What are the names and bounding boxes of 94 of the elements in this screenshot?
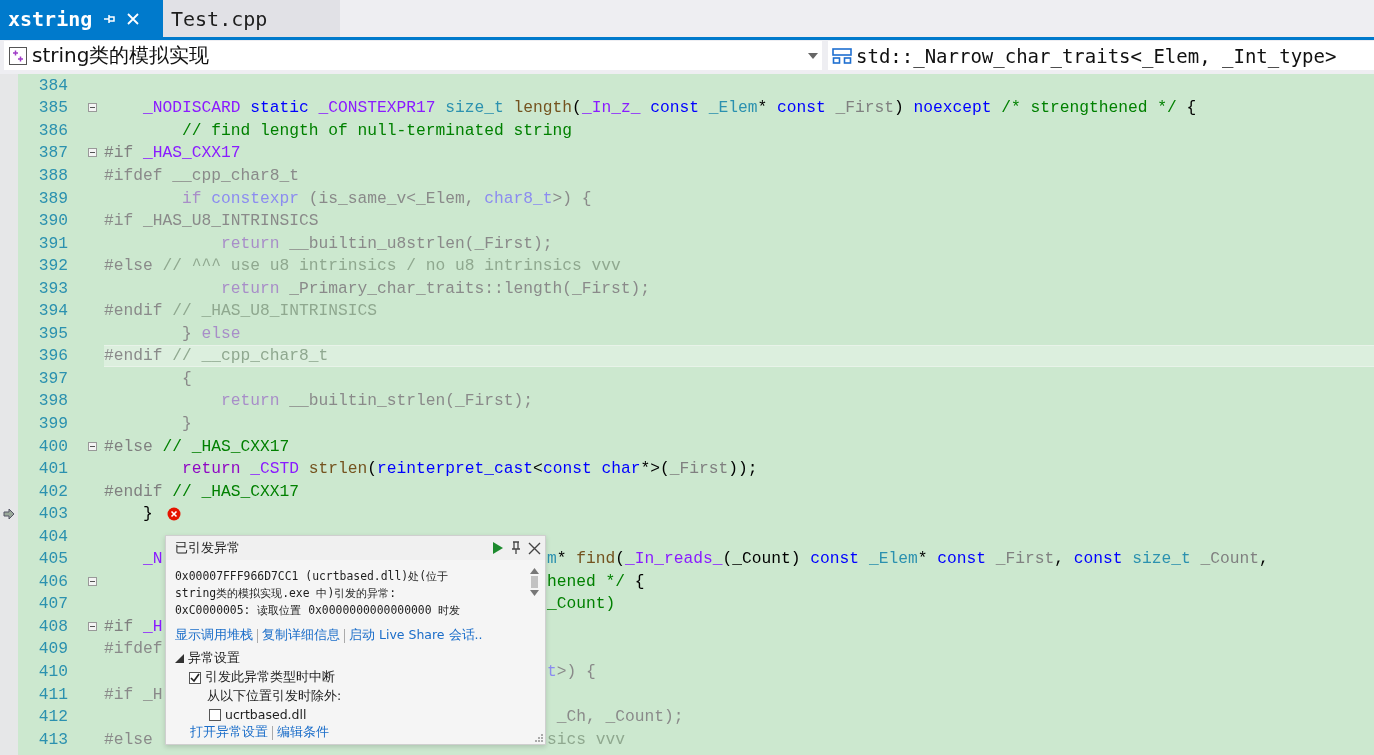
checkbox-label: 引发此异常类型时中断 bbox=[205, 669, 335, 686]
exception-message: 0x00007FFF966D7CC1 (ucrtbased.dll)处(位于 string类的模拟实现.exe 中)引发的异常: 0xC0000005: 读取位置 0x0000000000000000 时发 bbox=[175, 568, 462, 619]
code-line: return _CSTD strlen(reinterpret_cast<const char*>(_First)); bbox=[181, 459, 758, 479]
code-fragment: sics vvv bbox=[547, 729, 625, 749]
code-line: { bbox=[181, 368, 192, 388]
line-number: 387 bbox=[37, 143, 68, 163]
code-line: #endif // __cpp_char8_t bbox=[104, 346, 329, 366]
scroll-down-icon[interactable] bbox=[529, 590, 539, 596]
editor-tab[interactable]: xstring bbox=[0, 0, 163, 37]
code-line: #if _H bbox=[104, 616, 163, 636]
code-fragment: m* find(_In_reads_(_Count) const _Elem* const _First, const size_t _Count, bbox=[547, 549, 1269, 569]
popup-title: 已引发异常 bbox=[175, 539, 241, 557]
line-number: 395 bbox=[37, 323, 68, 343]
scope-dropdown[interactable]: std::_Narrow_char_traits<_Elem, _Int_type> bbox=[828, 41, 1374, 70]
code-line: #ifdef __cpp_char8_t bbox=[104, 165, 300, 185]
project-dropdown[interactable]: string类的模拟实现 bbox=[4, 41, 822, 70]
line-number: 404 bbox=[37, 526, 68, 546]
line-number: 399 bbox=[37, 413, 68, 433]
code-line: #if _HAS_U8_INTRINSICS bbox=[104, 211, 319, 231]
link[interactable]: 复制详细信息 bbox=[262, 627, 340, 644]
line-number: 405 bbox=[37, 549, 68, 569]
line-number: 407 bbox=[37, 594, 68, 614]
code-line: } bbox=[142, 504, 153, 524]
link[interactable]: 编辑条件 bbox=[277, 724, 329, 741]
line-number: 400 bbox=[37, 436, 68, 456]
code-line: return __builtin_u8strlen(_First); bbox=[220, 233, 553, 253]
code-line: #if _HAS_CXX17 bbox=[104, 143, 241, 163]
close-icon[interactable] bbox=[528, 541, 541, 555]
line-number: 409 bbox=[37, 639, 68, 659]
line-number: 394 bbox=[37, 301, 68, 321]
code-line: } bbox=[181, 413, 192, 433]
line-number: 408 bbox=[37, 616, 68, 636]
code-line: return _Primary_char_traits::length(_First); bbox=[220, 278, 651, 298]
line-number: 406 bbox=[37, 571, 68, 591]
code-line: return __builtin_strlen(_First); bbox=[220, 391, 534, 411]
line-number: 389 bbox=[37, 188, 68, 208]
code-fragment: _N bbox=[142, 549, 163, 569]
code-line: } else bbox=[181, 323, 241, 343]
line-number: 393 bbox=[37, 278, 68, 298]
line-number: 413 bbox=[37, 729, 68, 749]
link[interactable]: 打开异常设置 bbox=[190, 724, 268, 741]
exception-label: 从以下位置引发时除外: bbox=[206, 688, 343, 705]
expanded-triangle-icon[interactable] bbox=[175, 654, 184, 663]
line-number: 403 bbox=[37, 504, 68, 524]
code-line: #else // ^^^ use u8 intrinsics / no u8 intrinsics vvv bbox=[104, 256, 621, 276]
resize-grip-icon[interactable] bbox=[535, 734, 543, 742]
section-header: 异常设置 bbox=[188, 650, 240, 667]
checkbox-label: ucrtbased.dll bbox=[225, 707, 307, 722]
code-line: #endif // _HAS_CXX17 bbox=[104, 481, 300, 501]
class-icon bbox=[832, 46, 852, 65]
pin-icon[interactable] bbox=[510, 541, 522, 555]
code-fragment: _Ch, _Count); bbox=[555, 707, 684, 727]
code-line: _NODISCARD static _CONSTEXPR17 size_t length(_In_z_ const _Elem* const _First) noexcept /* strengthened */ { bbox=[142, 98, 1197, 118]
scrollbar-thumb[interactable] bbox=[530, 576, 538, 588]
code-fragment: _Count) bbox=[547, 594, 616, 614]
line-number: 410 bbox=[37, 662, 68, 681]
line-number: 384 bbox=[37, 75, 68, 95]
collapse-icon[interactable] bbox=[87, 576, 97, 586]
checkbox[interactable] bbox=[189, 671, 201, 684]
line-number: 386 bbox=[37, 120, 68, 140]
link[interactable]: 显示调用堆栈 bbox=[175, 627, 253, 644]
code-line: // find length of null-terminated string bbox=[181, 120, 573, 140]
code-line: #if _H bbox=[104, 684, 163, 704]
code-line: #ifdef bbox=[104, 639, 163, 659]
code-line: #else // _HAS_CXX17 bbox=[104, 436, 290, 456]
check-icon bbox=[190, 672, 200, 683]
link[interactable]: 启动 Live Share 会话.. bbox=[349, 627, 483, 644]
dropdown-arrow-icon[interactable] bbox=[808, 52, 818, 59]
line-number: 385 bbox=[37, 98, 68, 118]
line-number: 398 bbox=[37, 391, 68, 411]
collapse-icon[interactable] bbox=[87, 441, 97, 451]
line-number: 388 bbox=[37, 165, 68, 185]
line-number: 391 bbox=[37, 233, 68, 253]
collapse-icon[interactable] bbox=[87, 148, 97, 158]
line-number: 402 bbox=[37, 481, 68, 501]
line-number: 397 bbox=[37, 368, 68, 388]
line-number: 390 bbox=[37, 211, 68, 231]
collapse-icon[interactable] bbox=[87, 621, 97, 631]
collapse-icon[interactable] bbox=[87, 103, 97, 113]
continue-icon[interactable] bbox=[492, 541, 504, 555]
scroll-up-icon[interactable] bbox=[529, 568, 539, 574]
code-fragment: #else bbox=[104, 729, 153, 749]
checkbox[interactable] bbox=[209, 708, 221, 721]
editor-tab[interactable]: Test.cpp bbox=[163, 0, 340, 37]
code-fragment: hened */ { bbox=[547, 571, 645, 591]
line-number: 396 bbox=[37, 346, 68, 366]
line-number: 412 bbox=[37, 707, 68, 727]
project-icon bbox=[8, 45, 28, 66]
code-line: #endif // _HAS_U8_INTRINSICS bbox=[104, 301, 378, 321]
code-line: if constexpr (is_same_v<_Elem, char8_t>) { bbox=[181, 188, 592, 208]
line-number: 401 bbox=[37, 459, 68, 479]
line-number: 392 bbox=[37, 256, 68, 276]
code-fragment: t>) { bbox=[547, 662, 596, 681]
line-number: 411 bbox=[37, 684, 68, 704]
